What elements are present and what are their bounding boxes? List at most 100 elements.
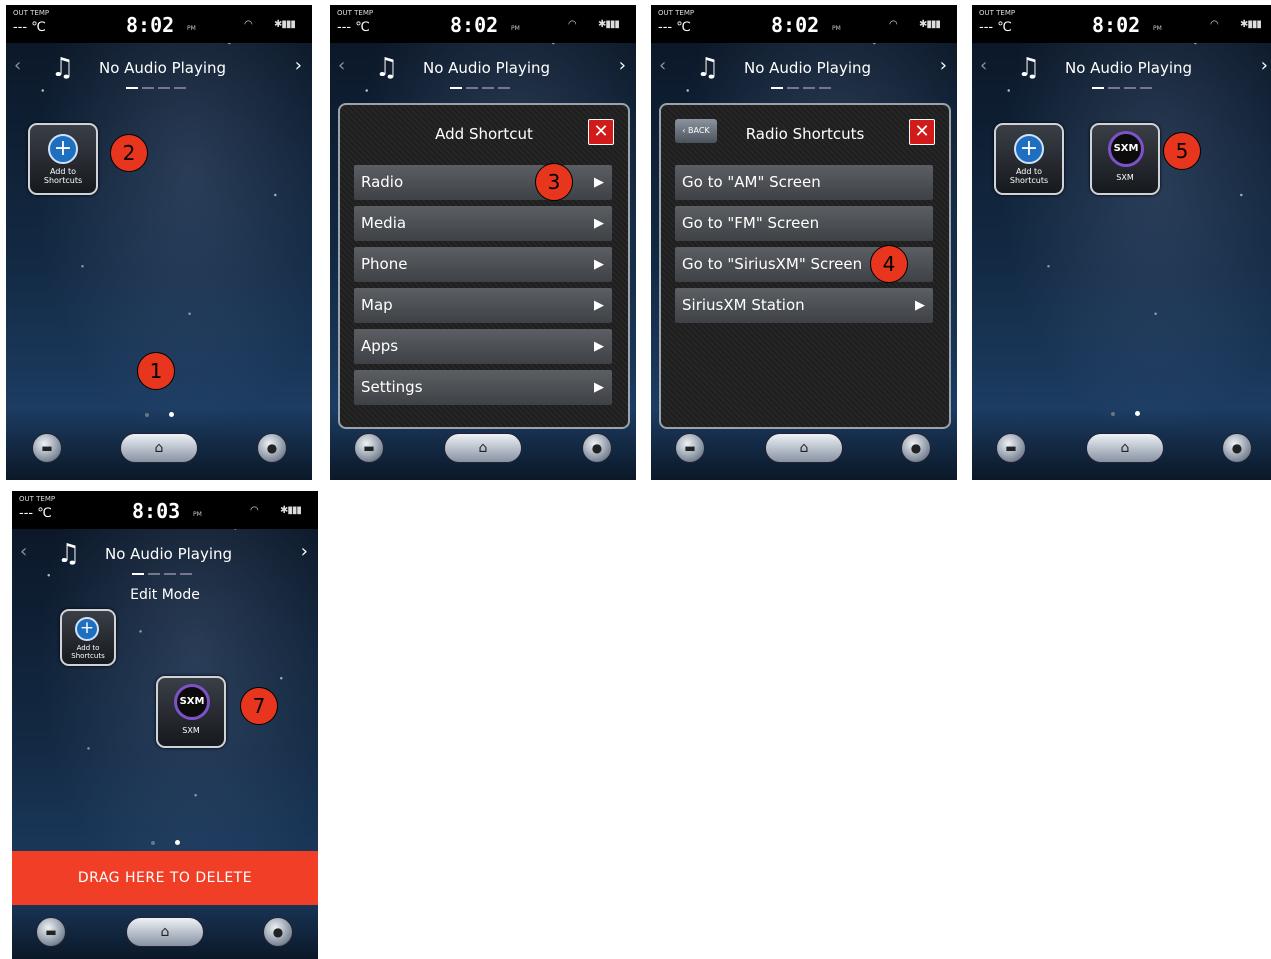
home-button[interactable]: ⌂ [444, 433, 522, 463]
add-label-line1: Add to [1015, 167, 1043, 176]
profile-button[interactable]: ● [901, 433, 931, 463]
menu-item-radio[interactable]: Radio ▶ [354, 165, 612, 200]
home-button[interactable]: ⌂ [120, 433, 198, 463]
car-button[interactable]: ▬ [354, 433, 384, 463]
car-button[interactable]: ▬ [996, 433, 1026, 463]
add-label-line2: Shortcuts [1009, 176, 1049, 185]
car-button[interactable]: ▬ [32, 433, 62, 463]
next-source-icon[interactable]: › [940, 55, 947, 76]
profile-icon: ● [272, 925, 284, 939]
add-to-shortcuts-button[interactable]: + Add to Shortcuts [28, 123, 98, 195]
status-bar: OUT TEMP --- ℃ 8:03 PM ◠ ✱▮▮▮ [12, 491, 318, 529]
page-dots[interactable] [972, 403, 1271, 422]
menu-item-media[interactable]: Media ▶ [354, 206, 612, 241]
bottom-nav: ▬ ⌂ ● [972, 429, 1271, 471]
bluetooth-signal-battery-icon: ✱▮▮▮ [274, 19, 296, 30]
dialog-title: Radio Shortcuts [745, 125, 865, 143]
status-bar: OUT TEMP --- ℃ 8:02 PM ◠ ✱▮▮▮ [972, 5, 1271, 43]
menu-item-label: Phone [361, 255, 408, 273]
plus-icon: + [48, 134, 78, 164]
status-bar: OUT TEMP --- ℃ 8:02 PM ◠ ✱▮▮▮ [6, 5, 312, 43]
page-dots[interactable] [6, 404, 312, 423]
home-button[interactable]: ⌂ [126, 917, 204, 947]
audio-bar[interactable]: ‹ ♫ No Audio Playing › [651, 43, 957, 95]
menu-item-fm-screen[interactable]: Go to "FM" Screen [675, 206, 933, 241]
menu-item-label: Apps [361, 337, 399, 355]
next-source-icon[interactable]: › [301, 541, 308, 562]
screen-home-with-sxm: OUT TEMP --- ℃ 8:02 PM ◠ ✱▮▮▮ ‹ ♫ No Aud… [972, 5, 1271, 480]
home-icon: ⌂ [160, 924, 170, 940]
page-dot-active[interactable] [168, 412, 174, 417]
sxm-shortcut-button[interactable]: SXM SXM [1090, 123, 1160, 195]
prev-source-icon[interactable]: ‹ [14, 55, 21, 76]
profile-icon: ● [266, 441, 278, 455]
prev-source-icon[interactable]: ‹ [20, 541, 27, 562]
temp-value: --- ℃ [658, 20, 691, 35]
car-button[interactable]: ▬ [36, 917, 66, 947]
audio-bar[interactable]: ‹ ♫ No Audio Playing › [6, 43, 312, 95]
next-source-icon[interactable]: › [1261, 55, 1268, 76]
chevron-right-icon: ▶ [594, 175, 604, 190]
add-to-shortcuts-button[interactable]: + Add to Shortcuts [994, 123, 1064, 195]
prev-source-icon[interactable]: ‹ [338, 55, 345, 76]
menu-item-am-screen[interactable]: Go to "AM" Screen [675, 165, 933, 200]
audio-bar[interactable]: ‹ ♫ No Audio Playing › [330, 43, 636, 95]
sxm-shortcut-button[interactable]: SXM SXM [156, 676, 226, 748]
profile-button[interactable]: ● [257, 433, 287, 463]
menu-item-map[interactable]: Map ▶ [354, 288, 612, 323]
next-source-icon[interactable]: › [619, 55, 626, 76]
prev-source-icon[interactable]: ‹ [980, 55, 987, 76]
page-dot-active[interactable] [174, 840, 180, 845]
add-label-line2: Shortcuts [43, 176, 83, 185]
audio-status-text: No Audio Playing [423, 59, 551, 77]
home-icon: ⌂ [478, 440, 488, 456]
profile-button[interactable]: ● [263, 917, 293, 947]
page-dot[interactable] [150, 840, 155, 845]
menu-item-settings[interactable]: Settings ▶ [354, 370, 612, 405]
menu-item-label: Go to "SiriusXM" Screen [682, 255, 863, 273]
add-to-shortcuts-button[interactable]: + Add to Shortcuts [60, 609, 116, 666]
menu-item-siriusxm-station[interactable]: SiriusXM Station ▶ [675, 288, 933, 323]
audio-status-text: No Audio Playing [744, 59, 872, 77]
home-button[interactable]: ⌂ [765, 433, 843, 463]
audio-status-text: No Audio Playing [99, 59, 227, 77]
music-note-icon: ♫ [1017, 53, 1041, 83]
menu-item-label: SiriusXM Station [682, 296, 805, 314]
plus-icon: + [1014, 134, 1044, 164]
page-dots[interactable] [12, 832, 318, 851]
audio-status-text: No Audio Playing [1065, 59, 1193, 77]
home-button[interactable]: ⌂ [1086, 433, 1164, 463]
home-icon: ⌂ [799, 440, 809, 456]
car-icon: ▬ [1005, 441, 1017, 455]
page-dot-active[interactable] [1134, 411, 1140, 416]
chevron-right-icon: ▶ [594, 339, 604, 354]
page-dot[interactable] [144, 412, 149, 417]
screen-radio-shortcuts: OUT TEMP --- ℃ 8:02 PM ◠ ✱▮▮▮ ‹ ♫ No Aud… [651, 5, 957, 480]
delete-drop-zone[interactable]: DRAG HERE TO DELETE [12, 851, 318, 905]
prev-source-icon[interactable]: ‹ [659, 55, 666, 76]
page-dot[interactable] [1110, 411, 1115, 416]
profile-button[interactable]: ● [582, 433, 612, 463]
chevron-right-icon: ▶ [594, 380, 604, 395]
menu-item-label: Go to "AM" Screen [682, 173, 821, 191]
dialog-title: Add Shortcut [435, 125, 533, 143]
temp-value: --- ℃ [979, 20, 1012, 35]
audio-bar[interactable]: ‹ ♫ No Audio Playing › [12, 529, 318, 581]
add-shortcut-dialog: Add Shortcut ✕ Radio ▶ Media ▶ Phone ▶ M… [338, 103, 630, 429]
audio-bar[interactable]: ‹ ♫ No Audio Playing › [972, 43, 1271, 95]
car-button[interactable]: ▬ [675, 433, 705, 463]
next-source-icon[interactable]: › [295, 55, 302, 76]
bluetooth-signal-battery-icon: ✱▮▮▮ [1240, 19, 1262, 30]
step-badge: 4 [870, 245, 908, 283]
menu-item-phone[interactable]: Phone ▶ [354, 247, 612, 282]
audio-status-text: No Audio Playing [105, 545, 233, 563]
close-button[interactable]: ✕ [909, 119, 935, 145]
car-icon: ▬ [45, 925, 57, 939]
ampm: PM [832, 25, 841, 32]
home-icon: ⌂ [1120, 440, 1130, 456]
close-button[interactable]: ✕ [588, 119, 614, 145]
ampm: PM [193, 511, 202, 518]
profile-button[interactable]: ● [1222, 433, 1252, 463]
bottom-nav: ▬ ⌂ ● [6, 429, 312, 471]
menu-item-apps[interactable]: Apps ▶ [354, 329, 612, 364]
